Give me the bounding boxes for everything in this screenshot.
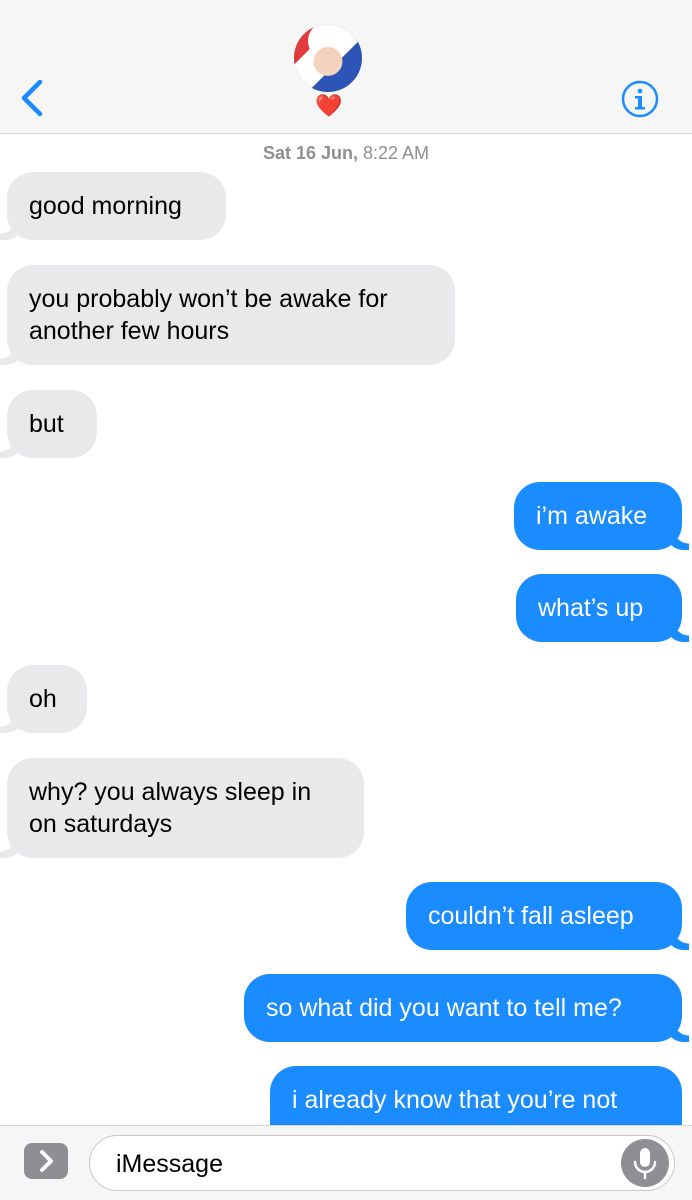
message-bubble-received[interactable]: oh: [0, 665, 87, 733]
message-placeholder: iMessage: [116, 1150, 223, 1178]
info-button[interactable]: [621, 80, 659, 118]
message-bubble-received[interactable]: you probably won’t be awake for another …: [0, 265, 455, 365]
message-bubble-sent[interactable]: so what did you want to tell me?: [244, 974, 689, 1042]
conversation-header: ❤️: [0, 0, 692, 134]
conversation-timestamp: Sat 16 Jun, 8:22 AM: [0, 143, 692, 164]
message-bubble-received[interactable]: but: [0, 390, 97, 458]
contact-avatar[interactable]: [294, 24, 362, 92]
message-input[interactable]: iMessage: [89, 1135, 675, 1191]
timestamp-day: Sat 16 Jun,: [262, 143, 358, 163]
apps-button[interactable]: [24, 1143, 68, 1179]
message-bubble-received[interactable]: good morning: [0, 172, 226, 240]
info-icon: [621, 80, 659, 118]
chevron-left-icon: [21, 79, 43, 117]
message-bubble-received[interactable]: why? you always sleep in on saturdays: [0, 758, 364, 858]
message-bubble-sent[interactable]: couldn’t fall asleep: [406, 882, 689, 950]
dictation-button[interactable]: [621, 1139, 669, 1187]
back-button[interactable]: [14, 78, 54, 118]
message-bubble-sent[interactable]: what’s up: [516, 574, 689, 642]
chevron-right-icon: [40, 1150, 53, 1172]
message-bubble-sent[interactable]: i’m awake: [514, 482, 689, 550]
message-input-bar: iMessage: [0, 1125, 692, 1200]
microphone-icon: [633, 1148, 657, 1180]
heart-icon: ❤️: [315, 94, 343, 119]
timestamp-time: 8:22 AM: [363, 143, 430, 163]
